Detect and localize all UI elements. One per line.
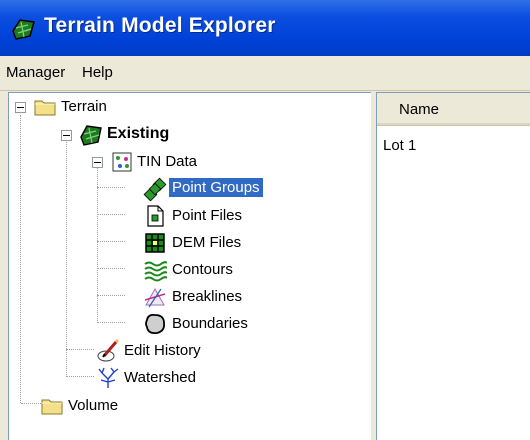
tree-node-point-files[interactable]: Point Files [9, 204, 309, 228]
column-header-name[interactable]: Name [377, 93, 530, 126]
tree-label-volume: Volume [68, 397, 119, 414]
terrain-app-icon [12, 19, 35, 40]
boundary-icon [145, 313, 166, 335]
title-bar[interactable]: Terrain Model Explorer [0, 0, 530, 56]
collapse-toggle-icon[interactable] [92, 157, 103, 168]
menu-help[interactable]: Help [82, 64, 113, 81]
tree-label-point-groups: Point Groups [169, 178, 263, 197]
tree-node-existing[interactable]: Existing [9, 123, 259, 147]
tree-node-watershed[interactable]: Watershed [9, 366, 309, 390]
tree-label-watershed: Watershed [124, 369, 196, 386]
tree-node-terrain[interactable]: Terrain [9, 95, 209, 119]
folder-icon [41, 399, 63, 415]
list-item[interactable]: Lot 1 [383, 137, 416, 154]
tree-node-dem-files[interactable]: DEM Files [9, 231, 309, 255]
tree-node-contours[interactable]: Contours [9, 258, 309, 282]
edit-history-icon [97, 339, 120, 362]
folder-icon [34, 100, 56, 116]
window-title: Terrain Model Explorer [44, 14, 276, 37]
tree-label-terrain: Terrain [61, 98, 107, 115]
tree-node-tin-data[interactable]: TIN Data [9, 150, 259, 174]
column-header-label: Name [399, 101, 440, 118]
contours-icon [144, 261, 167, 282]
menu-bar: Manager Help [0, 56, 530, 91]
tree-node-boundaries[interactable]: Boundaries [9, 312, 309, 336]
tree-node-breaklines[interactable]: Breaklines [9, 285, 309, 309]
tin-data-icon [112, 152, 132, 172]
tree-label-breaklines: Breaklines [172, 288, 243, 305]
collapse-toggle-icon[interactable] [15, 102, 26, 113]
tree-view[interactable]: Terrain Existing TIN Data Point Groups P… [8, 92, 371, 440]
menu-manager[interactable]: Manager [6, 64, 65, 81]
watershed-icon [98, 367, 119, 388]
tree-node-edit-history[interactable]: Edit History [9, 339, 309, 363]
tree-label-existing: Existing [107, 125, 170, 142]
tree-label-tin-data: TIN Data [137, 153, 198, 170]
tree-label-dem-files: DEM Files [172, 234, 242, 251]
tree-label-contours: Contours [172, 261, 233, 278]
point-file-icon [147, 205, 164, 227]
dem-file-icon [145, 233, 165, 253]
tree-label-edit-history: Edit History [124, 342, 201, 359]
point-groups-icon [143, 177, 167, 201]
collapse-toggle-icon[interactable] [61, 130, 72, 141]
surface-icon [80, 125, 102, 146]
tree-node-volume[interactable]: Volume [9, 394, 209, 418]
tree-node-point-groups[interactable]: Point Groups [9, 177, 309, 201]
tree-label-point-files: Point Files [172, 207, 243, 224]
list-view[interactable]: Name Lot 1 [376, 92, 530, 440]
tree-label-boundaries: Boundaries [172, 315, 248, 332]
breaklines-icon [144, 287, 166, 308]
